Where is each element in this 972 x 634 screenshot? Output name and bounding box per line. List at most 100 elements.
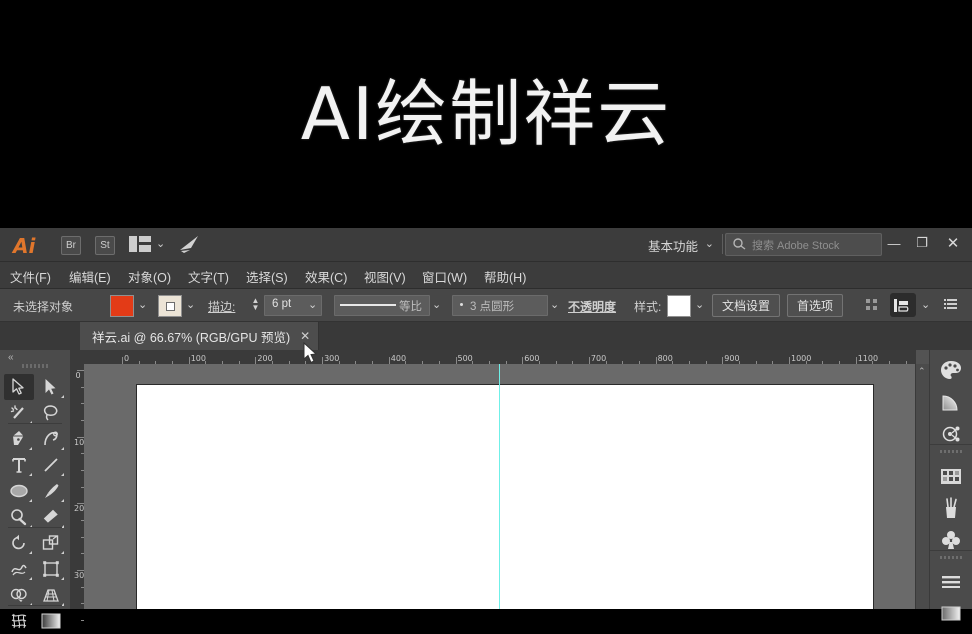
- menu-item-2[interactable]: 对象(O): [128, 267, 171, 286]
- document-tab[interactable]: 祥云.ai @ 66.67% (RGB/GPU 预览) ✕: [80, 322, 320, 350]
- panel-stroke[interactable]: [936, 568, 966, 596]
- panel-grip[interactable]: [940, 556, 962, 559]
- artboard[interactable]: [136, 384, 874, 609]
- tool-line-segment[interactable]: [36, 452, 66, 478]
- bridge-button[interactable]: Br: [61, 236, 81, 255]
- tool-scale[interactable]: [36, 530, 66, 556]
- close-button[interactable]: ✕: [936, 230, 970, 256]
- ruler-minor-tick: [81, 620, 84, 622]
- illustrator-window: Ai Br St ⌄ 基本功能 ⌄ 搜索 Adobe Stock — ❐ ✕ 文…: [0, 228, 972, 629]
- gradient-icon: [41, 613, 61, 629]
- menu-item-7[interactable]: 窗口(W): [422, 267, 467, 286]
- tool-curvature[interactable]: [36, 426, 66, 452]
- ruler-tick: [122, 357, 123, 364]
- adobe-boat-icon[interactable]: [178, 234, 202, 254]
- chevron-down-icon[interactable]: ⌄: [186, 298, 195, 311]
- panel-gradient[interactable]: [936, 388, 966, 416]
- fill-color-swatch[interactable]: [110, 295, 134, 317]
- stock-search-input[interactable]: 搜索 Adobe Stock: [725, 233, 882, 256]
- tool-pen[interactable]: [4, 426, 34, 452]
- panel-grip[interactable]: [22, 364, 48, 368]
- horizontal-ruler[interactable]: 0 100 200 300 400 500 600 700 800 900 1000 1100: [70, 350, 916, 365]
- document-tab-label: 祥云.ai @ 66.67% (RGB/GPU 预览): [92, 330, 291, 345]
- tool-group-indicator-icon: [29, 447, 32, 450]
- tool-gradient[interactable]: [36, 608, 66, 634]
- style-swatch[interactable]: [667, 295, 691, 317]
- tool-ellipse[interactable]: [4, 478, 34, 504]
- menu-item-4[interactable]: 选择(S): [246, 267, 288, 286]
- workspace-switcher-label[interactable]: 基本功能: [648, 236, 698, 255]
- chevron-down-icon[interactable]: ⌄: [695, 298, 704, 311]
- chevron-down-icon[interactable]: ⌄: [550, 298, 559, 311]
- stroke-color-swatch[interactable]: [158, 295, 182, 317]
- tool-width[interactable]: [4, 556, 34, 582]
- menu-item-0[interactable]: 文件(F): [10, 267, 51, 286]
- stroke-weight-stepper[interactable]: ▲ ▼: [251, 297, 260, 312]
- menu-item-1[interactable]: 编辑(E): [69, 267, 111, 286]
- chevron-down-icon[interactable]: ⌄: [921, 298, 930, 311]
- canvas-area[interactable]: [84, 364, 916, 609]
- search-icon: [732, 237, 747, 251]
- ruler-label: 200: [257, 354, 273, 363]
- ruler-label: 700: [590, 354, 607, 363]
- ruler-tick: [388, 357, 390, 364]
- tool-paintbrush[interactable]: [36, 478, 66, 504]
- paintbrush-icon: [42, 482, 60, 500]
- close-icon[interactable]: ✕: [300, 329, 310, 343]
- tool-rotate[interactable]: [4, 530, 34, 556]
- panel-appearance[interactable]: [936, 600, 966, 628]
- preferences-button[interactable]: 首选项: [787, 294, 844, 317]
- chevron-down-icon[interactable]: ⌄: [432, 298, 441, 311]
- ruler-label: 400: [390, 354, 407, 363]
- swatches-icon: [940, 468, 962, 485]
- stroke-lines-icon: [941, 575, 961, 589]
- tool-free-transform[interactable]: [36, 556, 66, 582]
- chevron-down-icon[interactable]: ⌄: [705, 237, 714, 250]
- chevron-down-icon[interactable]: ⌄: [138, 298, 147, 311]
- stock-button[interactable]: St: [95, 236, 115, 255]
- opacity-label[interactable]: 不透明度: [568, 298, 616, 315]
- panel-swatches[interactable]: [936, 462, 966, 490]
- panel-options-icon[interactable]: [944, 299, 957, 310]
- free-transform-icon: [42, 560, 60, 578]
- panel-color[interactable]: [936, 356, 966, 384]
- color-guide-icon: [941, 424, 961, 444]
- screen-root: AI绘制祥云 Ai Br St ⌄ 基本功能 ⌄ 搜索 Adobe Stock …: [0, 0, 972, 629]
- brush-preview-dot: [460, 303, 463, 306]
- ruler-tick: [255, 357, 257, 364]
- stroke-weight-label[interactable]: 描边:: [208, 298, 235, 315]
- ruler-label: 0: [75, 371, 81, 380]
- tool-selection[interactable]: [4, 374, 34, 400]
- scroll-up-icon[interactable]: ⌃: [918, 366, 926, 377]
- maximize-button[interactable]: ❐: [908, 230, 936, 256]
- video-title-band: AI绘制祥云: [0, 0, 972, 228]
- symbols-club-icon: [941, 530, 961, 550]
- ruler-label: 1000: [791, 354, 812, 363]
- minimize-button[interactable]: —: [880, 230, 908, 256]
- tool-group-indicator-icon: [61, 473, 64, 476]
- tool-direct-selection[interactable]: [36, 374, 66, 400]
- tool-type[interactable]: [4, 452, 34, 478]
- chevron-down-icon[interactable]: ⌄: [156, 237, 165, 250]
- panel-dock: [929, 350, 972, 621]
- document-setup-button[interactable]: 文档设置: [712, 294, 781, 317]
- panel-brushes[interactable]: [936, 494, 966, 522]
- vertical-scrollbar[interactable]: ⌃: [915, 364, 930, 609]
- chevron-down-icon[interactable]: ⌄: [308, 298, 317, 311]
- collapse-panel-icon[interactable]: «: [8, 352, 13, 363]
- menu-item-3[interactable]: 文字(T): [188, 267, 229, 286]
- color-palette-icon: [940, 360, 962, 380]
- window-controls: — ❐ ✕: [880, 230, 970, 256]
- arrange-grid-icon[interactable]: [866, 299, 878, 311]
- tool-separator: [8, 527, 62, 528]
- divider: [722, 234, 723, 254]
- panel-grip[interactable]: [940, 450, 962, 453]
- menu-item-6[interactable]: 视图(V): [364, 267, 406, 286]
- menu-item-5[interactable]: 效果(C): [305, 267, 347, 286]
- eraser-icon: [42, 508, 60, 526]
- tool-mesh[interactable]: [4, 608, 34, 634]
- menu-item-8[interactable]: 帮助(H): [484, 267, 526, 286]
- vertical-ruler[interactable]: 0 100 200 300: [70, 364, 89, 622]
- scale-icon: [42, 534, 60, 552]
- arrange-documents-icon[interactable]: [129, 236, 151, 252]
